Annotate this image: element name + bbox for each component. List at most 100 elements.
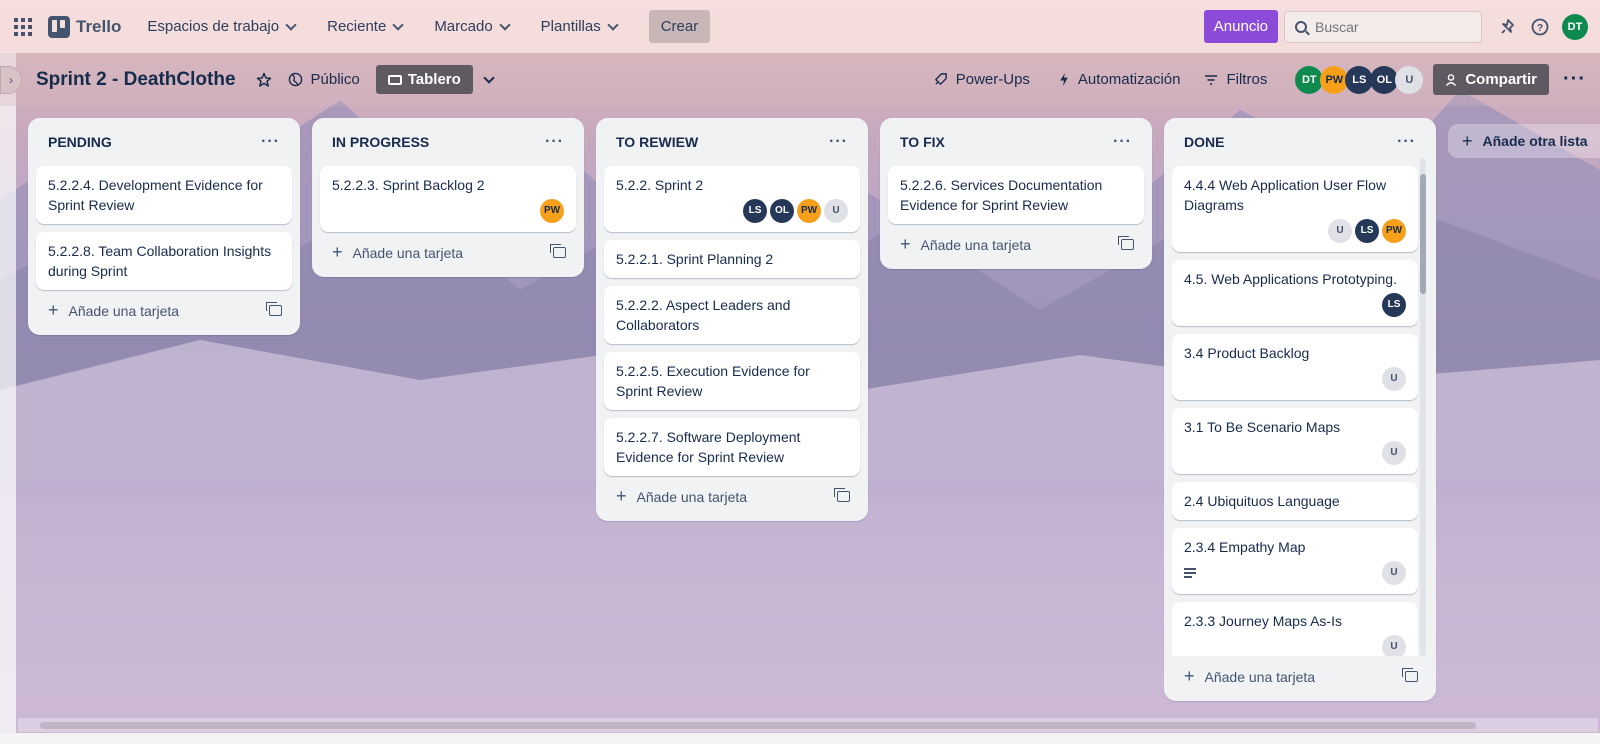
add-card-button[interactable]: + Añade una tarjeta xyxy=(604,476,860,511)
card[interactable]: 2.4 Ubiquituos Language xyxy=(1172,482,1418,520)
plus-icon: + xyxy=(1462,130,1473,151)
card[interactable]: 5.2.2.5. Execution Evidence for Sprint R… xyxy=(604,352,860,410)
member-avatar[interactable]: OL xyxy=(1370,65,1399,94)
card-member-avatar[interactable]: U xyxy=(1382,367,1406,391)
visibility-button[interactable]: Público xyxy=(288,71,360,88)
list-title[interactable]: IN PROGRESS xyxy=(332,134,429,150)
chevron-down-icon xyxy=(392,18,404,31)
board-view-label: Tablero xyxy=(407,71,461,88)
list-menu-icon[interactable]: ··· xyxy=(1397,133,1416,151)
nav-workspaces-label: Espacios de trabajo xyxy=(147,18,280,35)
list-title[interactable]: DONE xyxy=(1184,134,1224,150)
notifications-icon[interactable] xyxy=(1497,16,1519,38)
filters-button[interactable]: Filtros xyxy=(1204,71,1267,88)
card-member-avatar[interactable]: LS xyxy=(743,199,767,223)
list-menu-icon[interactable]: ··· xyxy=(545,133,564,151)
app-switcher-icon[interactable] xyxy=(12,16,34,38)
list-menu-icon[interactable]: ··· xyxy=(1113,133,1132,151)
help-icon[interactable]: ? xyxy=(1529,16,1551,38)
board-scrollbar-thumb[interactable] xyxy=(40,722,1476,729)
board-view-button[interactable]: Tablero xyxy=(375,65,473,94)
card[interactable]: 5.2.2.3. Sprint Backlog 2 PW xyxy=(320,166,576,232)
sidebar-expand-button[interactable]: › xyxy=(0,65,22,94)
card-member-avatar[interactable]: PW xyxy=(797,199,821,223)
board-title[interactable]: Sprint 2 - DeathClothe xyxy=(36,69,236,91)
card-member-avatar[interactable]: U xyxy=(1382,441,1406,465)
chevron-down-icon xyxy=(607,18,619,31)
member-avatar[interactable]: U xyxy=(1395,65,1424,94)
card[interactable]: 4.4.4 Web Application User Flow Diagrams… xyxy=(1172,166,1418,252)
add-card-label: Añade una tarjeta xyxy=(636,489,748,505)
add-card-button[interactable]: + Añade una tarjeta xyxy=(36,290,292,325)
powerups-button[interactable]: Power-Ups xyxy=(933,71,1030,88)
announcement-button[interactable]: Anuncio xyxy=(1203,10,1278,43)
card[interactable]: 3.1 To Be Scenario Maps U xyxy=(1172,408,1418,474)
list-scrollbar[interactable] xyxy=(1420,158,1426,656)
card[interactable]: 5.2.2.6. Services Documentation Evidence… xyxy=(888,166,1144,224)
list-title[interactable]: PENDING xyxy=(48,134,112,150)
add-list-label: Añade otra lista xyxy=(1482,133,1588,149)
list-title[interactable]: TO REWIEW xyxy=(616,134,698,150)
card[interactable]: 5.2.2.4. Development Evidence for Sprint… xyxy=(36,166,292,224)
card-member-avatar[interactable]: LS xyxy=(1355,219,1379,243)
card-title: 3.1 To Be Scenario Maps xyxy=(1184,419,1341,435)
add-card-button[interactable]: + Añade una tarjeta xyxy=(1172,656,1428,691)
member-avatar[interactable]: LS xyxy=(1345,65,1374,94)
nav-templates-label: Plantillas xyxy=(540,18,601,35)
star-board-button[interactable] xyxy=(256,72,272,88)
member-avatar[interactable]: DT xyxy=(1295,65,1324,94)
card[interactable]: 5.2.2.1. Sprint Planning 2 xyxy=(604,240,860,278)
card-member-avatar[interactable]: PW xyxy=(540,199,564,223)
card[interactable]: 5.2.2.2. Aspect Leaders and Collaborator… xyxy=(604,286,860,344)
card-template-icon[interactable] xyxy=(550,244,566,258)
card-member-avatar[interactable]: LS xyxy=(1382,293,1406,317)
nav-starred[interactable]: Marcado xyxy=(434,18,511,35)
card-template-icon[interactable] xyxy=(834,488,850,502)
card[interactable]: 2.3.4 Empathy Map U xyxy=(1172,528,1418,594)
list-scrollbar-thumb[interactable] xyxy=(1420,174,1426,294)
member-avatar[interactable]: PW xyxy=(1320,65,1349,94)
view-switcher-button[interactable] xyxy=(483,71,495,84)
search-input[interactable] xyxy=(1315,18,1465,35)
nav-templates[interactable]: Plantillas xyxy=(540,18,619,35)
star-icon xyxy=(256,72,271,87)
nav-workspaces[interactable]: Espacios de trabajo xyxy=(147,18,297,35)
card-template-icon[interactable] xyxy=(1402,668,1418,682)
card-member-avatar[interactable]: OL xyxy=(770,199,794,223)
add-card-button[interactable]: + Añade una tarjeta xyxy=(320,232,576,267)
card[interactable]: 4.5. Web Applications Prototyping. LS xyxy=(1172,260,1418,326)
card-template-icon[interactable] xyxy=(1118,236,1134,250)
card-member-avatar[interactable]: U xyxy=(1382,635,1406,656)
card[interactable]: 3.4 Product Backlog U xyxy=(1172,334,1418,400)
card-template-icon[interactable] xyxy=(266,302,282,316)
card-member-avatar[interactable]: U xyxy=(824,199,848,223)
add-list-button[interactable]: + Añade otra lista xyxy=(1448,124,1600,158)
search-box[interactable] xyxy=(1284,10,1482,43)
card[interactable]: 5.2.2. Sprint 2 LS OL PW U xyxy=(604,166,860,232)
card-member-avatar[interactable]: U xyxy=(1382,561,1406,585)
card[interactable]: 2.3.3 Journey Maps As-Is U xyxy=(1172,602,1418,656)
card-member-avatar[interactable]: U xyxy=(1328,219,1352,243)
list-title[interactable]: TO FIX xyxy=(900,134,945,150)
card[interactable]: 5.2.2.7. Software Deployment Evidence fo… xyxy=(604,418,860,476)
user-avatar[interactable]: DT xyxy=(1562,13,1588,40)
nav-recent[interactable]: Reciente xyxy=(327,18,404,35)
list-menu-icon[interactable]: ··· xyxy=(261,133,280,151)
trello-logo[interactable]: Trello xyxy=(48,15,121,38)
plus-icon: + xyxy=(900,234,911,254)
card-title: 5.2.2.5. Execution Evidence for Sprint R… xyxy=(616,363,810,399)
card-member-avatar[interactable]: PW xyxy=(1382,219,1406,243)
board-horizontal-scrollbar[interactable] xyxy=(18,718,1598,732)
globe-icon xyxy=(288,72,302,87)
done-list-cards[interactable]: 4.4.4 Web Application User Flow Diagrams… xyxy=(1172,158,1428,656)
top-navigation: Trello Espacios de trabajo Reciente Marc… xyxy=(0,0,1600,53)
add-card-button[interactable]: + Añade una tarjeta xyxy=(888,224,1144,259)
board-menu-icon[interactable]: ··· xyxy=(1563,68,1586,91)
add-card-label: Añade una tarjeta xyxy=(1204,669,1316,685)
card[interactable]: 5.2.2.8. Team Collaboration Insights dur… xyxy=(36,232,292,290)
list-menu-icon[interactable]: ··· xyxy=(829,133,848,151)
automation-button[interactable]: Automatización xyxy=(1058,71,1180,88)
board-lists: PENDING ··· 5.2.2.4. Development Evidenc… xyxy=(28,118,1436,701)
share-button[interactable]: Compartir xyxy=(1433,64,1550,95)
create-button[interactable]: Crear xyxy=(648,10,711,43)
